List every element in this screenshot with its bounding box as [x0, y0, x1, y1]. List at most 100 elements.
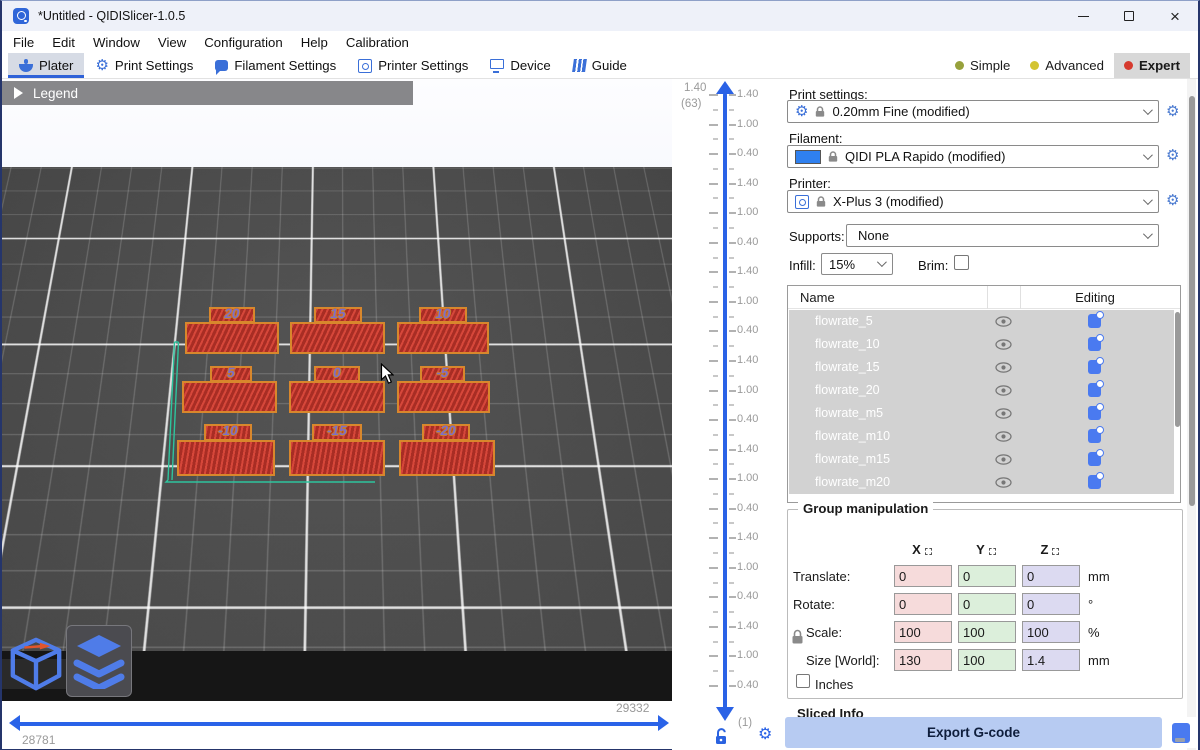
- filament-combo[interactable]: QIDI PLA Rapido (modified): [787, 145, 1159, 168]
- menu-view[interactable]: View: [149, 33, 195, 52]
- tab-print-settings[interactable]: ⚙Print Settings: [84, 53, 204, 78]
- editing-icon[interactable]: [1088, 383, 1101, 400]
- flowrate-object-label: -5: [417, 365, 469, 380]
- object-list-row[interactable]: flowrate_m15: [789, 448, 1174, 471]
- tab-bar: Plater⚙Print SettingsFilament SettingsPr…: [2, 53, 1198, 79]
- menu-configuration[interactable]: Configuration: [195, 33, 291, 52]
- filament-edit-gear[interactable]: ⚙: [1166, 148, 1179, 163]
- menu-edit[interactable]: Edit: [43, 33, 84, 52]
- visibility-eye-icon[interactable]: [995, 431, 1012, 445]
- flowrate-object[interactable]: [185, 322, 279, 354]
- editing-icon[interactable]: [1088, 406, 1101, 423]
- print-settings-combo[interactable]: ⚙ 0.20mm Fine (modified): [787, 100, 1159, 123]
- visibility-eye-icon[interactable]: [995, 316, 1012, 330]
- brim-checkbox[interactable]: [954, 255, 969, 270]
- gm-input-z[interactable]: 0: [1022, 593, 1080, 615]
- print-settings-edit-gear[interactable]: ⚙: [1166, 104, 1179, 119]
- gm-input-y[interactable]: 100: [958, 621, 1016, 643]
- visibility-eye-icon[interactable]: [995, 385, 1012, 399]
- editing-icon[interactable]: [1088, 337, 1101, 354]
- visibility-eye-icon[interactable]: [995, 477, 1012, 491]
- mode-advanced[interactable]: Advanced: [1020, 53, 1114, 78]
- flowrate-object[interactable]: [182, 381, 277, 413]
- layer-slider-track[interactable]: [723, 93, 727, 709]
- legend-bar[interactable]: Legend: [2, 81, 413, 105]
- gm-input-x[interactable]: 0: [894, 593, 952, 615]
- flowrate-object-label: 20: [206, 306, 259, 321]
- visibility-eye-icon[interactable]: [995, 408, 1012, 422]
- move-slider-panel: 29332 28781: [2, 701, 672, 749]
- editor-view-button[interactable]: [6, 631, 66, 697]
- maximize-button[interactable]: [1106, 1, 1152, 31]
- visibility-eye-icon[interactable]: [995, 362, 1012, 376]
- flowrate-object[interactable]: [289, 381, 385, 413]
- tab-device[interactable]: Device: [479, 53, 561, 78]
- flowrate-object[interactable]: [289, 440, 385, 476]
- object-list-row[interactable]: flowrate_15: [789, 356, 1174, 379]
- gm-input-x[interactable]: 100: [894, 621, 952, 643]
- tab-filament-settings[interactable]: Filament Settings: [204, 53, 347, 78]
- slider-settings-gear-icon[interactable]: ⚙: [758, 727, 772, 743]
- inches-checkbox[interactable]: [796, 674, 810, 688]
- editing-icon[interactable]: [1088, 360, 1101, 377]
- tick-mark: [709, 183, 718, 185]
- tab-plater[interactable]: Plater: [8, 53, 84, 78]
- flowrate-object[interactable]: [397, 381, 490, 413]
- menu-window[interactable]: Window: [84, 33, 149, 52]
- layer-slider-lower-handle[interactable]: [716, 707, 734, 721]
- gm-input-z[interactable]: 1.4: [1022, 649, 1080, 671]
- gm-input-x[interactable]: 0: [894, 565, 952, 587]
- supports-combo[interactable]: None: [846, 224, 1159, 247]
- minimize-button[interactable]: [1060, 1, 1106, 31]
- gm-input-z[interactable]: 0: [1022, 565, 1080, 587]
- tick-mark: [729, 685, 736, 687]
- menu-calibration[interactable]: Calibration: [337, 33, 418, 52]
- view-toggles: [6, 625, 132, 697]
- flowrate-object[interactable]: [290, 322, 385, 354]
- flowrate-object[interactable]: [177, 440, 275, 476]
- print-bed[interactable]: [2, 167, 672, 659]
- close-button[interactable]: ×: [1152, 1, 1198, 31]
- viewport-3d[interactable]: 20151050-5-10-15-20 Legend: [2, 79, 672, 701]
- menu-help[interactable]: Help: [292, 33, 337, 52]
- preview-view-button[interactable]: [66, 625, 132, 697]
- mode-expert[interactable]: Expert: [1114, 53, 1190, 78]
- tick-mark: [709, 626, 718, 628]
- visibility-eye-icon[interactable]: [995, 339, 1012, 353]
- slider-lock-button[interactable]: [714, 727, 729, 748]
- gm-input-x[interactable]: 130: [894, 649, 952, 671]
- object-name: flowrate_m15: [815, 452, 890, 466]
- editing-icon[interactable]: [1088, 452, 1101, 469]
- printer-edit-gear[interactable]: ⚙: [1166, 193, 1179, 208]
- flowrate-object[interactable]: [397, 322, 489, 354]
- visibility-eye-icon[interactable]: [995, 454, 1012, 468]
- mode-simple[interactable]: Simple: [945, 53, 1020, 78]
- gm-input-y[interactable]: 0: [958, 565, 1016, 587]
- gm-input-y[interactable]: 100: [958, 649, 1016, 671]
- object-list-row[interactable]: flowrate_10: [789, 333, 1174, 356]
- uniform-scale-lock-icon[interactable]: [791, 628, 804, 648]
- export-to-device-button[interactable]: [1164, 717, 1198, 748]
- object-list-row[interactable]: flowrate_m20: [789, 471, 1174, 494]
- object-list-scrollbar[interactable]: [1175, 312, 1180, 427]
- printer-combo[interactable]: X-Plus 3 (modified): [787, 190, 1159, 213]
- minor-tick-mark: [729, 641, 734, 643]
- move-slider-track[interactable]: [18, 722, 660, 726]
- tab-printer-settings[interactable]: Printer Settings: [347, 53, 479, 78]
- gm-input-z[interactable]: 100: [1022, 621, 1080, 643]
- tab-guide[interactable]: Guide: [562, 53, 638, 78]
- flowrate-object[interactable]: [399, 440, 495, 476]
- object-list-row[interactable]: flowrate_m10: [789, 425, 1174, 448]
- object-list-row[interactable]: flowrate_20: [789, 379, 1174, 402]
- object-list-row[interactable]: flowrate_5: [789, 310, 1174, 333]
- move-slider-right-handle[interactable]: [658, 715, 669, 731]
- gm-input-y[interactable]: 0: [958, 593, 1016, 615]
- export-gcode-button[interactable]: Export G-code: [785, 717, 1162, 748]
- editing-icon[interactable]: [1088, 429, 1101, 446]
- object-list-row[interactable]: flowrate_m5: [789, 402, 1174, 425]
- editing-icon[interactable]: [1088, 475, 1101, 492]
- editing-icon[interactable]: [1088, 314, 1101, 331]
- sidebar-scrollbar-thumb[interactable]: [1189, 96, 1195, 506]
- menu-file[interactable]: File: [4, 33, 43, 52]
- infill-combo[interactable]: 15%: [821, 253, 893, 275]
